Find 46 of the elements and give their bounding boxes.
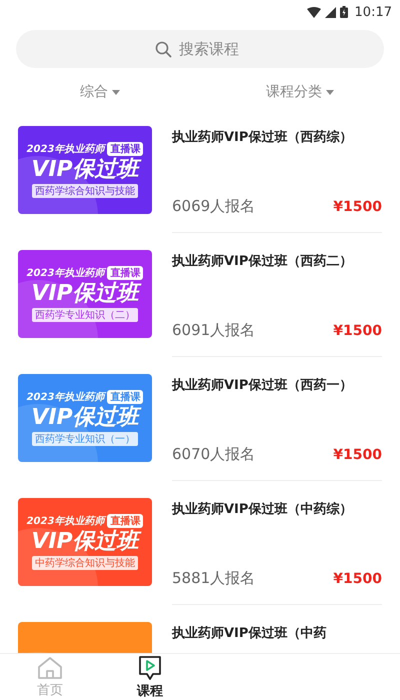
banner-headline: VIP保过班: [31, 529, 139, 555]
status-time: 10:17: [354, 4, 392, 20]
enrollment-count: 5881人报名: [172, 569, 256, 588]
course-price: ¥1500: [333, 571, 382, 587]
course-price: ¥1500: [333, 447, 382, 463]
filter-dropdown[interactable]: 综合: [80, 83, 108, 101]
course-title[interactable]: 执业药师VIP保过班（中药: [172, 624, 382, 642]
course-price: ¥1500: [333, 199, 382, 215]
banner-subtitle: 西药学专业知识（二）: [32, 308, 138, 322]
banner-headline: VIP保过班: [31, 405, 139, 431]
live-badge: 直播课: [107, 390, 144, 404]
course-banner[interactable]: 2023年执业药师 直播课 VIP保过班 西药学专业知识（二）: [18, 250, 152, 338]
course-banner[interactable]: 2023年执业药师 直播课 VIP保过班 西药学综合知识与技能: [18, 126, 152, 214]
banner-headline: VIP保过班: [31, 281, 139, 307]
live-badge: 直播课: [107, 514, 144, 528]
course-title[interactable]: 执业药师VIP保过班（西药综）: [172, 128, 382, 146]
banner-subtitle: 西药学专业知识（一）: [32, 432, 138, 446]
live-badge: 直播课: [107, 266, 144, 280]
caret-icon: [326, 90, 334, 94]
enrollment-count: 6070人报名: [172, 445, 256, 464]
wifi-icon: [306, 6, 321, 18]
enrollment-count: 6069人报名: [172, 197, 256, 216]
banner-year-text: 2023年执业药师: [26, 266, 104, 280]
search-input[interactable]: 搜索课程: [179, 40, 245, 58]
banner-year-text: 2023年执业药师: [26, 390, 104, 404]
filter-dropdown[interactable]: 课程分类: [266, 83, 322, 101]
banner-year-text: 2023年执业药师: [26, 142, 104, 156]
home-icon: [37, 656, 63, 680]
enrollment-count: 6091人报名: [172, 321, 256, 340]
course-price: ¥1500: [333, 323, 382, 339]
course-banner[interactable]: 2023年执业药师 直播课 VIP保过班 西药学专业知识（一）: [18, 374, 152, 462]
course-title[interactable]: 执业药师VIP保过班（中药综）: [172, 500, 382, 518]
play-bubble-icon: [137, 654, 163, 680]
caret-icon: [112, 90, 120, 94]
nav-tab[interactable]: 课程: [100, 654, 200, 700]
course-title[interactable]: 执业药师VIP保过班（西药二）: [172, 252, 382, 270]
banner-subtitle: 西药学综合知识与技能: [32, 184, 138, 198]
banner-headline: VIP保过班: [31, 157, 139, 183]
banner-subtitle: 中药学综合知识与技能: [32, 556, 138, 570]
signal-icon: [324, 6, 336, 18]
battery-icon: [340, 6, 348, 18]
live-badge: 直播课: [107, 142, 144, 156]
course-title[interactable]: 执业药师VIP保过班（西药一）: [172, 376, 382, 394]
banner-year-text: 2023年执业药师: [26, 514, 104, 528]
search-icon: [155, 40, 172, 58]
course-banner[interactable]: 2023年执业药师 直播课 VIP保过班 中药学综合知识与技能: [18, 498, 152, 586]
